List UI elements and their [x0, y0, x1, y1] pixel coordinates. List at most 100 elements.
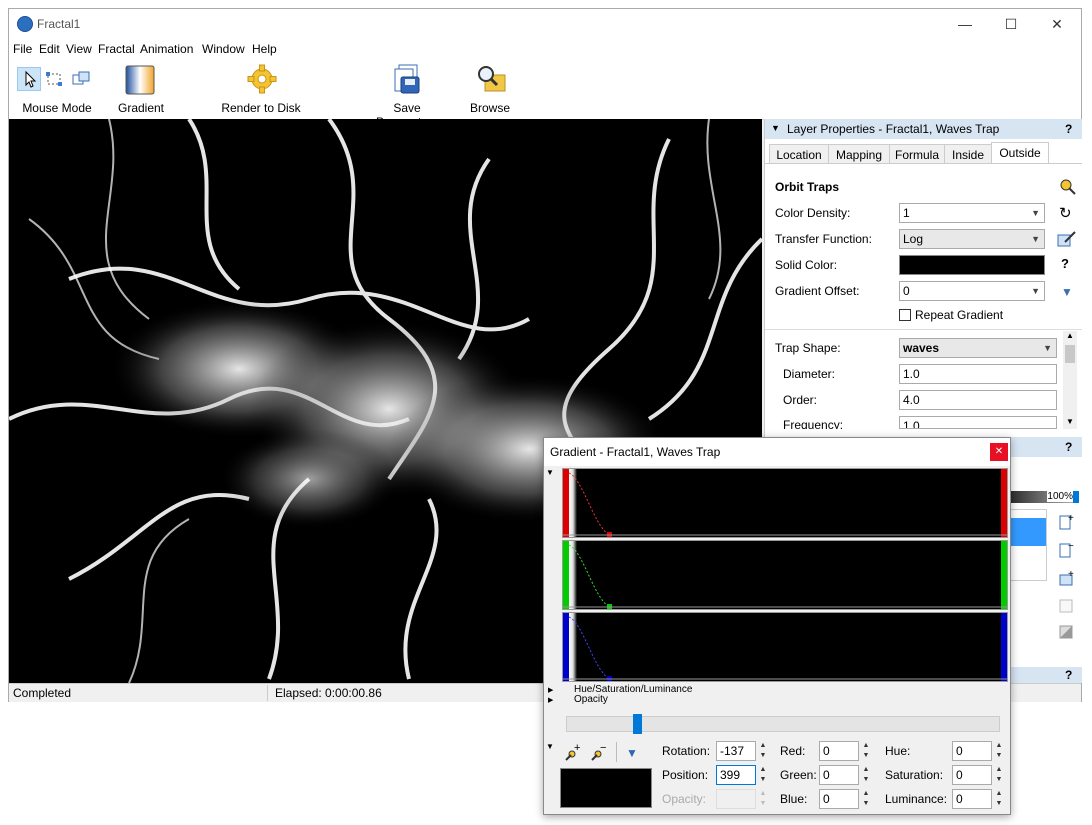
render-to-disk-button[interactable]: Render to Disk — [219, 59, 303, 119]
blue-channel-editor[interactable] — [562, 612, 1008, 682]
pointer-tool-button[interactable] — [17, 67, 41, 91]
expand-hsl-icon[interactable]: ▶ — [548, 686, 553, 694]
layer-opacity-bar[interactable]: 100% — [1005, 491, 1073, 503]
transfer-function-label: Transfer Function: — [775, 232, 872, 246]
blue-field[interactable]: 0 — [819, 789, 859, 809]
remove-point-icon[interactable]: − — [588, 742, 610, 762]
collapse-arrow-icon[interactable]: ▼ — [771, 123, 780, 133]
save-parameters-button[interactable]: Save Parameters — [361, 59, 453, 129]
select-tool-button[interactable] — [45, 69, 65, 89]
scroll-up-icon[interactable]: ▲ — [1063, 331, 1077, 340]
position-slider[interactable] — [566, 716, 1000, 732]
zoom-tool-button[interactable] — [71, 69, 91, 89]
tab-outside[interactable]: Outside — [991, 142, 1049, 164]
trap-shape-select[interactable]: waves ▼ — [899, 338, 1057, 358]
toolbar: Mouse Mode Gradient Render to Disk Save … — [9, 59, 1081, 129]
green-field[interactable]: 0 — [819, 765, 859, 785]
menu-window[interactable]: Window — [202, 42, 245, 56]
solid-color-swatch[interactable] — [899, 255, 1045, 275]
trap-browse-icon[interactable] — [1059, 178, 1077, 196]
menu-edit[interactable]: Edit — [39, 42, 60, 56]
remove-layer-icon[interactable]: − — [1057, 541, 1075, 559]
render-to-disk-label: Render to Disk — [221, 101, 301, 115]
add-point-icon[interactable]: + — [562, 742, 584, 762]
luminance-field[interactable]: 0 — [952, 789, 992, 809]
menu-file[interactable]: File — [13, 42, 32, 56]
blank-layer-icon[interactable] — [1057, 597, 1075, 615]
maximize-button[interactable]: ☐ — [988, 9, 1034, 39]
status-divider — [267, 685, 268, 701]
red-channel-editor[interactable] — [562, 468, 1008, 538]
gradient-layer-icon[interactable] — [1057, 623, 1075, 641]
red-spinner[interactable]: ▲ ▼ — [861, 741, 871, 761]
gradient-offset-select[interactable]: 0 ▼ — [899, 281, 1045, 301]
green-channel-editor[interactable] — [562, 540, 1008, 610]
green-spinner[interactable]: ▲ ▼ — [861, 765, 871, 785]
blue-label: Blue: — [780, 792, 808, 806]
tab-inside[interactable]: Inside — [944, 144, 992, 164]
trap-shape-value: waves — [903, 341, 940, 355]
tab-mapping[interactable]: Mapping — [828, 144, 890, 164]
menu-view[interactable]: View — [66, 42, 92, 56]
collapse-controls-icon[interactable]: ▼ — [546, 742, 554, 751]
close-button[interactable]: ✕ — [1034, 9, 1080, 39]
rotation-spinner[interactable]: ▲ ▼ — [758, 741, 768, 761]
tab-location[interactable]: Location — [769, 144, 829, 164]
svg-text:+: + — [574, 742, 580, 754]
tab-formula[interactable]: Formula — [889, 144, 945, 164]
opacity-section-label[interactable]: Opacity — [574, 694, 608, 705]
hue-spinner[interactable]: ▲ ▼ — [994, 741, 1004, 761]
opacity-slider-thumb[interactable] — [1073, 491, 1079, 503]
color-preview-swatch[interactable] — [560, 768, 652, 808]
menu-fractal[interactable]: Fractal — [98, 42, 135, 56]
browse-button[interactable]: Browse — [465, 59, 515, 119]
order-field[interactable]: 4.0 — [899, 390, 1057, 410]
edit-icon[interactable] — [1057, 230, 1077, 248]
saturation-field[interactable]: 0 — [952, 765, 992, 785]
selected-layer-row[interactable] — [1006, 518, 1046, 546]
triangle-down-icon[interactable]: ▼ — [1061, 285, 1073, 299]
diameter-field[interactable]: 1.0 — [899, 364, 1057, 384]
gradient-close-button[interactable]: ✕ — [990, 443, 1008, 461]
repeat-gradient-checkbox[interactable] — [899, 309, 911, 321]
transfer-function-select[interactable]: Log ▼ — [899, 229, 1045, 249]
diameter-label: Diameter: — [783, 367, 836, 381]
reset-icon[interactable]: ↻ — [1059, 204, 1072, 222]
scroll-down-icon[interactable]: ▼ — [1063, 417, 1077, 426]
expand-opacity-icon[interactable]: ▶ — [548, 696, 553, 704]
transfer-function-value: Log — [903, 232, 924, 246]
gradient-button[interactable]: Gradient — [109, 59, 173, 119]
position-spinner[interactable]: ▲ ▼ — [758, 765, 768, 785]
color-density-select[interactable]: 1 ▼ — [899, 203, 1045, 223]
expand-arrow-icon[interactable]: ▼ — [546, 468, 554, 477]
properties-scrollbar[interactable]: ▲ ▼ — [1063, 331, 1077, 429]
layer-properties-header: ▼ Layer Properties - Fractal1, Waves Tra… — [765, 119, 1082, 139]
scrollbar-thumb[interactable] — [1065, 345, 1075, 363]
position-slider-thumb[interactable] — [633, 714, 642, 734]
saturation-spinner[interactable]: ▲ ▼ — [994, 765, 1004, 785]
blue-spinner[interactable]: ▲ ▼ — [861, 789, 871, 809]
gradient-icon — [125, 65, 155, 95]
add-mask-icon[interactable]: + — [1057, 569, 1075, 587]
help-icon[interactable]: ? — [1065, 668, 1072, 682]
help-icon[interactable]: ? — [1065, 440, 1072, 454]
menu-help[interactable]: Help — [252, 42, 277, 56]
chevron-down-icon: ▼ — [1031, 234, 1040, 244]
red-label: Red: — [780, 744, 806, 758]
add-layer-icon[interactable]: + — [1057, 513, 1075, 531]
help-icon[interactable]: ? — [1065, 122, 1072, 136]
gradient-label: Gradient — [117, 101, 165, 115]
layers-list[interactable] — [1005, 509, 1047, 581]
frequency-field[interactable]: 1.0 — [899, 416, 1057, 429]
minimize-button[interactable]: — — [942, 9, 988, 39]
opacity-field — [716, 789, 756, 809]
position-field[interactable]: 399 — [716, 765, 756, 785]
menu-animation[interactable]: Animation — [140, 42, 193, 56]
orbit-traps-heading: Orbit Traps — [775, 180, 840, 194]
question-icon[interactable]: ? — [1061, 256, 1069, 271]
hue-field[interactable]: 0 — [952, 741, 992, 761]
red-field[interactable]: 0 — [819, 741, 859, 761]
luminance-spinner[interactable]: ▲ ▼ — [994, 789, 1004, 809]
rotation-field[interactable]: -137 — [716, 741, 756, 761]
interpolation-dropdown-icon[interactable]: ▼ — [626, 746, 638, 760]
